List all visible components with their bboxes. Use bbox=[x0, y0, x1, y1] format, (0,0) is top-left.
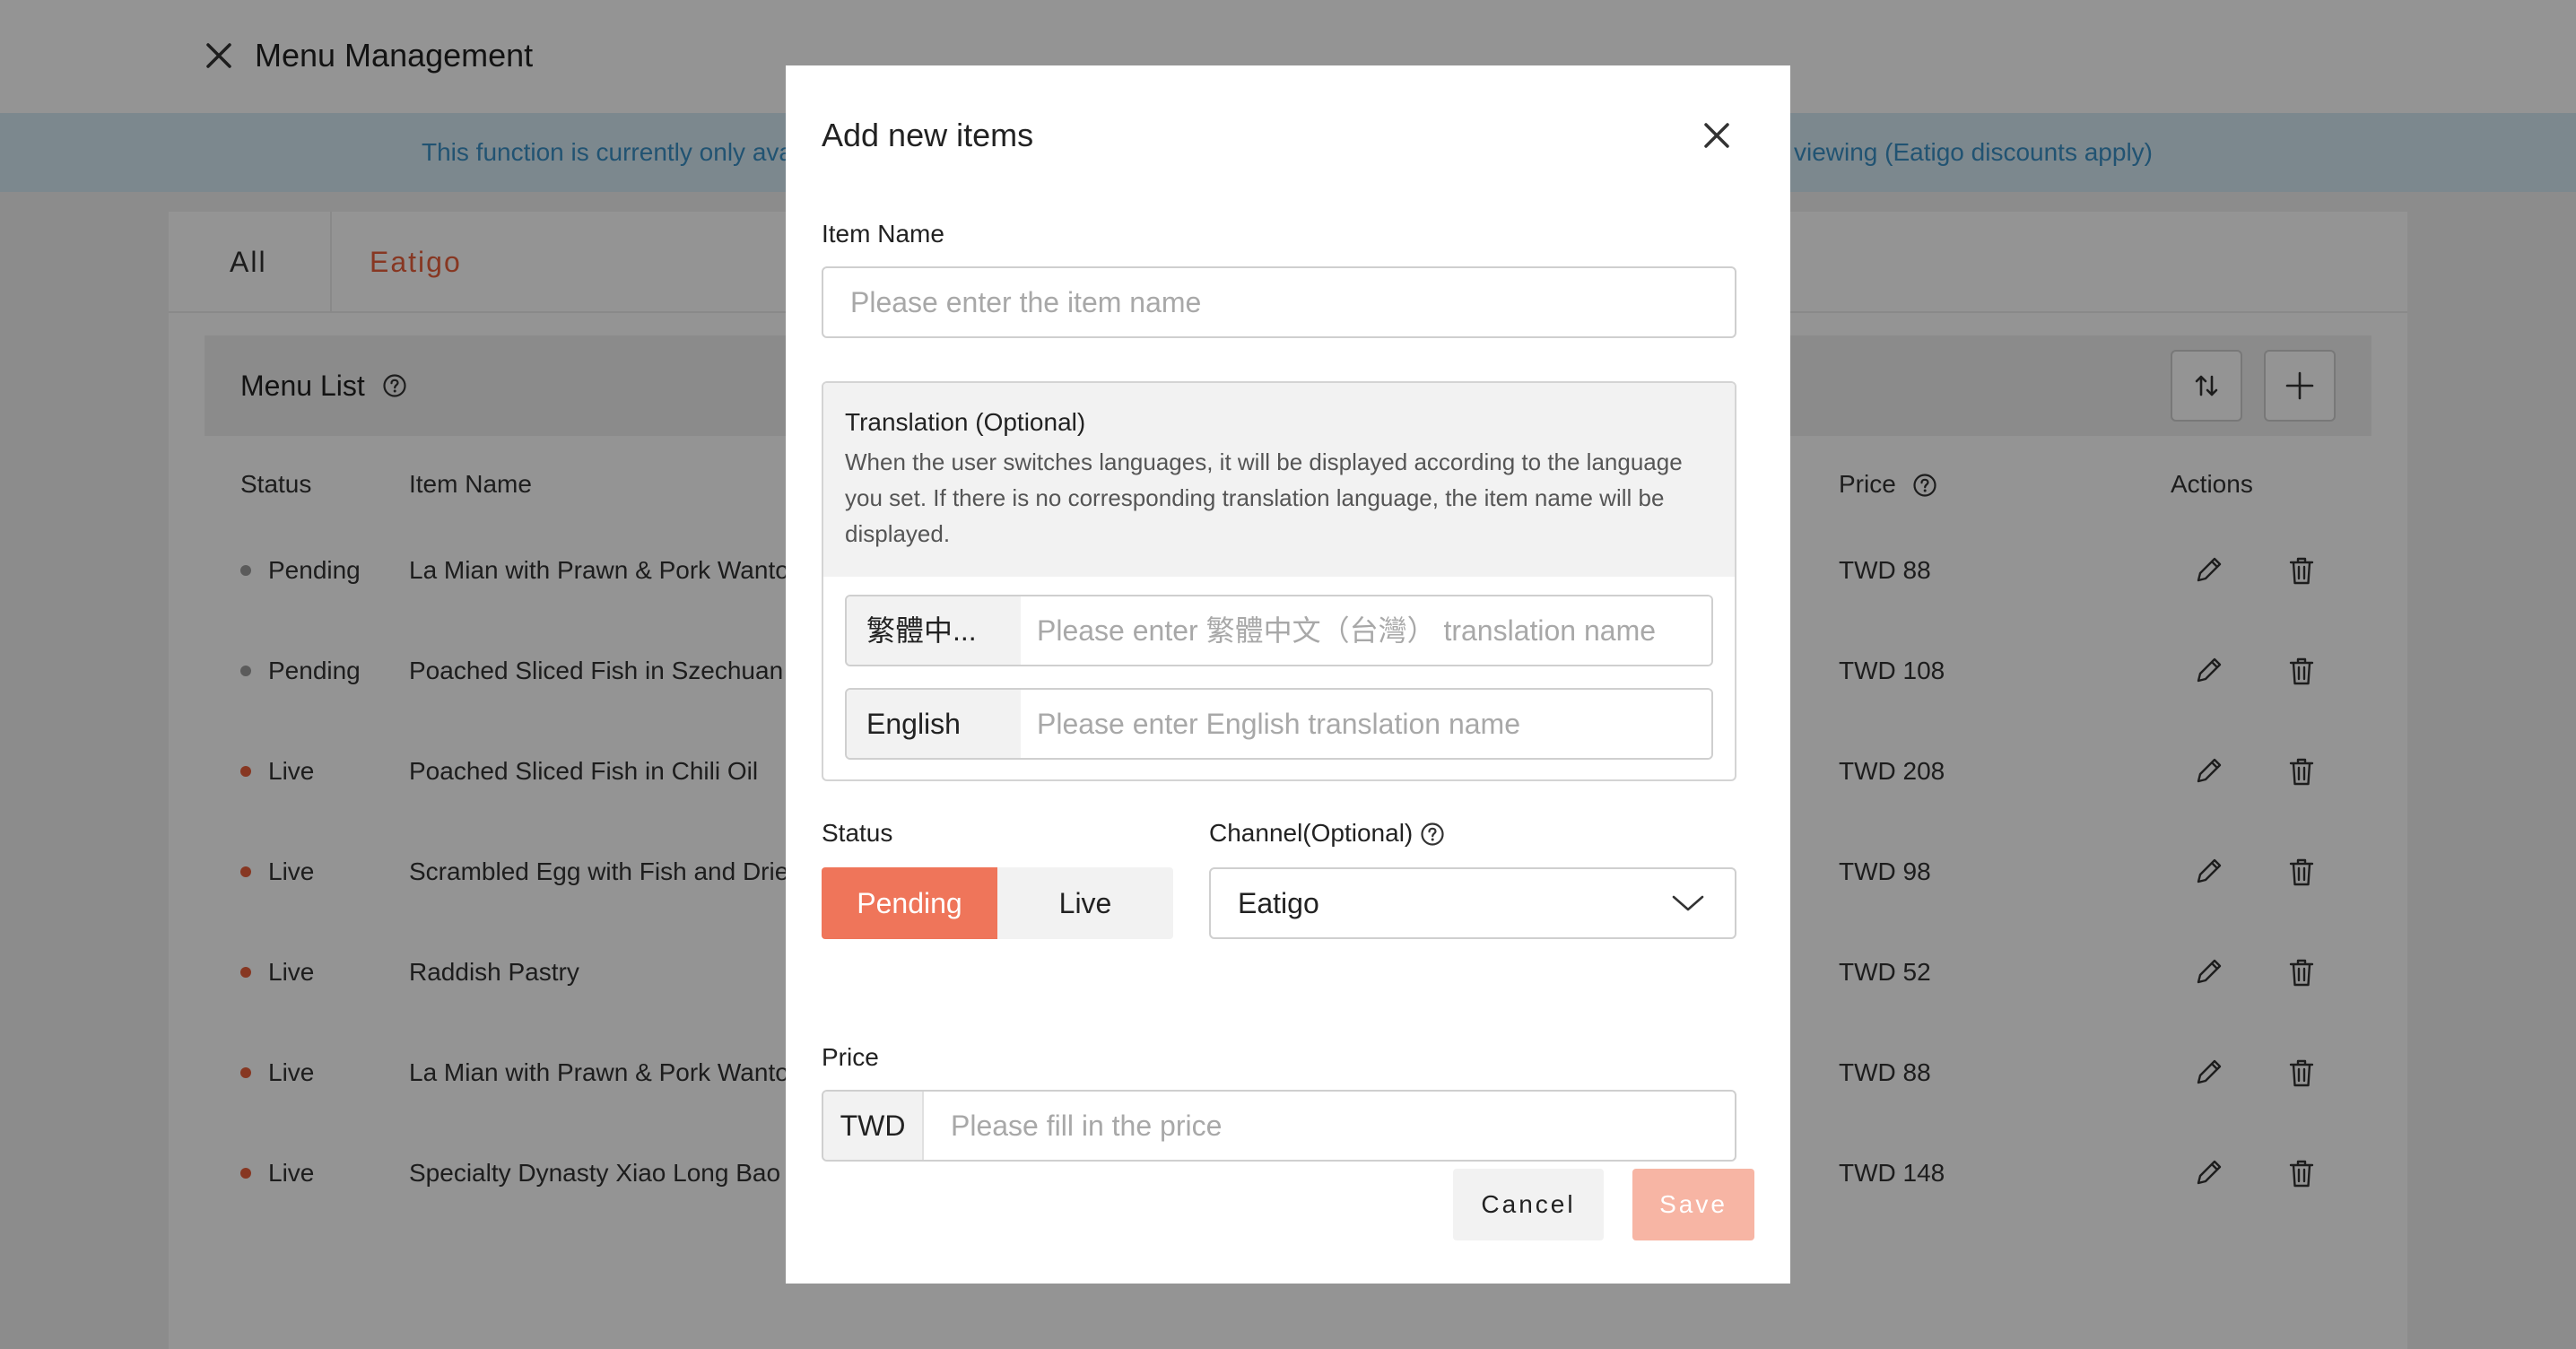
item-name-input[interactable] bbox=[822, 266, 1736, 338]
price-field: TWD bbox=[822, 1090, 1736, 1162]
status-pending-button[interactable]: Pending bbox=[822, 867, 997, 939]
status-label: Status bbox=[822, 819, 893, 847]
translation-title: Translation (Optional) bbox=[845, 408, 1086, 436]
translation-row-zh-tw: 繁體中... bbox=[845, 595, 1713, 666]
language-tag: 繁體中... bbox=[847, 596, 1021, 665]
chevron-down-icon bbox=[1672, 895, 1704, 911]
translation-row-english: English bbox=[845, 688, 1713, 760]
channel-label: Channel(Optional) bbox=[1209, 819, 1414, 847]
cancel-button[interactable]: Cancel bbox=[1453, 1169, 1604, 1240]
save-button[interactable]: Save bbox=[1632, 1169, 1754, 1240]
status-live-button[interactable]: Live bbox=[997, 867, 1173, 939]
dialog-title: Add new items bbox=[822, 117, 1034, 153]
price-input[interactable] bbox=[926, 1092, 1733, 1160]
translation-section: Translation (Optional) When the user swi… bbox=[822, 381, 1736, 781]
help-icon[interactable] bbox=[1420, 822, 1445, 847]
translation-description: When the user switches languages, it wil… bbox=[845, 448, 1683, 547]
translation-input-english[interactable] bbox=[1021, 690, 1711, 758]
item-name-label: Item Name bbox=[822, 220, 944, 248]
currency-prefix: TWD bbox=[823, 1092, 924, 1160]
add-item-dialog: Add new items Item Name Translation (Opt… bbox=[786, 65, 1790, 1284]
translation-input-zh-tw[interactable] bbox=[1021, 596, 1711, 665]
price-label: Price bbox=[822, 1043, 879, 1071]
channel-select[interactable]: Eatigo bbox=[1209, 867, 1736, 939]
language-tag: English bbox=[847, 690, 1021, 758]
channel-selected-value: Eatigo bbox=[1238, 887, 1319, 919]
close-icon[interactable] bbox=[1699, 117, 1735, 153]
translation-header: Translation (Optional) When the user swi… bbox=[823, 383, 1735, 577]
